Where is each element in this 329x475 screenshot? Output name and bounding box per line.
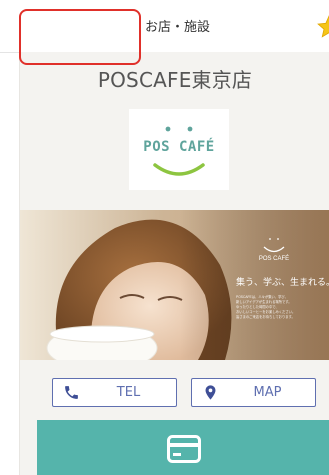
store-content: POSCAFE東京店 POS CAFÉ POS CAFÉ 集う、学ぶ、生まれる。… [19,52,329,475]
hero-tagline: 集う、学ぶ、生まれる。 [236,276,329,287]
hero-body-line: ゆったりとした時間の中で、 [236,304,279,309]
map-button-label: MAP [253,385,282,400]
hero-body-line: 新しいアイデアが生まれる場所です。 [236,299,292,304]
header-title: お店・施設 [145,20,211,35]
credit-card-icon [167,435,201,463]
hero-body-line: おいしいコーヒーをお楽しみください。 [236,309,295,314]
tel-button[interactable]: TEL [52,378,177,407]
logo-text: POS CAFÉ [143,139,215,155]
star-icon[interactable] [316,14,329,40]
hero-photo: POS CAFÉ 集う、学ぶ、生まれる。 POSCAFEは、人々が集い、学び、 … [20,210,329,360]
store-detail-screen: お店・施設 POSCAFE東京店 POS CAFÉ POS CAFÉ 集う、学ぶ… [0,0,329,475]
hero-body-line: 皆さまのご来店をお待ちしております。 [236,314,295,319]
phone-icon [65,386,78,399]
back-button[interactable] [19,9,141,65]
hero-brand: POS CAFÉ [259,255,289,262]
store-logo: POS CAFÉ [129,109,229,190]
hero-body-line: POSCAFEは、人々が集い、学び、 [236,294,288,299]
map-button[interactable]: MAP [191,378,316,407]
store-name: POSCAFE東京店 [97,68,253,92]
payment-button[interactable] [37,420,329,475]
map-pin-icon [205,385,216,400]
hero-image: POS CAFÉ 集う、学ぶ、生まれる。 POSCAFEは、人々が集い、学び、 … [20,210,329,360]
tel-button-label: TEL [116,385,141,400]
